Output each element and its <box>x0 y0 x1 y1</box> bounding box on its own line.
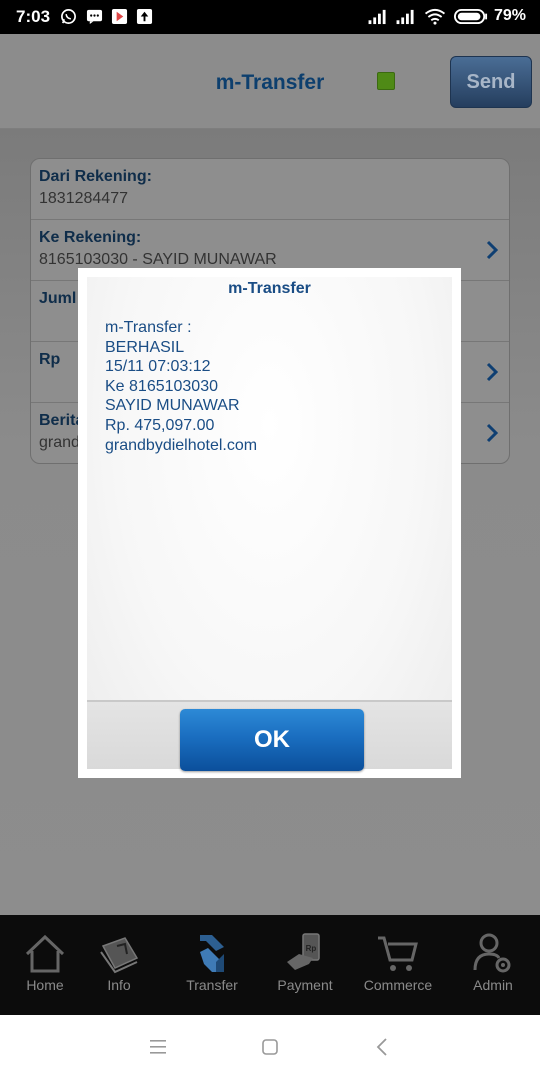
form-label: Rp <box>39 351 61 368</box>
signal-icon <box>368 9 386 25</box>
back-icon[interactable] <box>374 1037 392 1057</box>
message-line: Ke 8165103030 <box>105 377 218 395</box>
message-line: SAYID MUNAWAR <box>105 397 240 415</box>
tab-commerce[interactable]: Commerce <box>353 915 443 1015</box>
dialog-title: m-Transfer <box>228 280 311 297</box>
form-label: Ke Rekening: <box>39 229 142 246</box>
tab-label: Payment <box>277 977 333 993</box>
upload-icon <box>136 8 153 25</box>
signal-icon <box>396 9 414 25</box>
source-account-row: Dari Rekening: 1831284477 <box>31 159 509 220</box>
result-dialog: m-Transfer m-Transfer : BERHASIL 15/11 0… <box>78 268 461 778</box>
dialog-footer: OK <box>87 700 452 771</box>
ok-button[interactable]: OK <box>180 709 364 771</box>
wifi-icon <box>424 8 446 25</box>
status-bar: 7:03 79% <box>0 0 540 34</box>
message-line: m-Transfer : <box>105 319 192 336</box>
app-header: m-Transfer Send <box>0 34 540 129</box>
play-store-icon <box>111 8 128 25</box>
form-label: Dari Rekening: <box>39 168 152 185</box>
admin-user-icon <box>473 933 511 973</box>
chevron-right-icon <box>486 423 499 443</box>
svg-text:Rp: Rp <box>306 944 317 953</box>
bottom-tab-bar: Home Info Transfer Rp Payment Commerce A… <box>0 915 540 1015</box>
battery-icon <box>454 8 488 25</box>
form-value: grand <box>39 434 80 451</box>
tab-admin[interactable]: Admin <box>448 915 538 1015</box>
dialog-message: m-Transfer : BERHASIL 15/11 07:03:12 Ke … <box>105 318 435 455</box>
status-time: 7:03 <box>16 7 51 26</box>
transfer-icon <box>200 935 224 972</box>
tab-label: Transfer <box>186 977 238 993</box>
message-line: grandbydielhotel.com <box>105 436 258 454</box>
payment-icon: Rp <box>287 933 320 970</box>
home-square-icon[interactable] <box>261 1037 279 1057</box>
form-value: 8165103030 - SAYID MUNAWAR <box>39 251 277 268</box>
message-line: Rp. 475,097.00 <box>105 416 215 434</box>
form-value: 1831284477 <box>39 190 128 207</box>
tab-payment[interactable]: Rp Payment <box>260 915 350 1015</box>
tab-label: Info <box>107 977 131 993</box>
chevron-right-icon <box>486 362 499 382</box>
chevron-right-icon <box>486 240 499 260</box>
connection-status-indicator <box>377 72 395 90</box>
tab-transfer[interactable]: Transfer <box>167 915 257 1015</box>
message-icon <box>86 9 103 25</box>
tab-info[interactable]: Info <box>74 915 164 1015</box>
dialog-content: m-Transfer m-Transfer : BERHASIL 15/11 0… <box>87 277 452 771</box>
menu-icon[interactable] <box>149 1037 167 1057</box>
info-book-icon <box>100 937 139 974</box>
form-label: Juml <box>39 290 77 307</box>
message-line: BERHASIL <box>105 338 185 356</box>
battery-percent: 79% <box>493 7 526 24</box>
message-line: 15/11 07:03:12 <box>105 358 211 376</box>
tab-label: Commerce <box>363 977 433 993</box>
send-button[interactable]: Send <box>450 56 532 108</box>
home-icon <box>25 934 65 973</box>
cart-icon <box>378 936 418 971</box>
system-navigation-bar <box>0 1015 540 1080</box>
tab-label: Admin <box>473 977 513 993</box>
whatsapp-icon <box>61 9 76 24</box>
